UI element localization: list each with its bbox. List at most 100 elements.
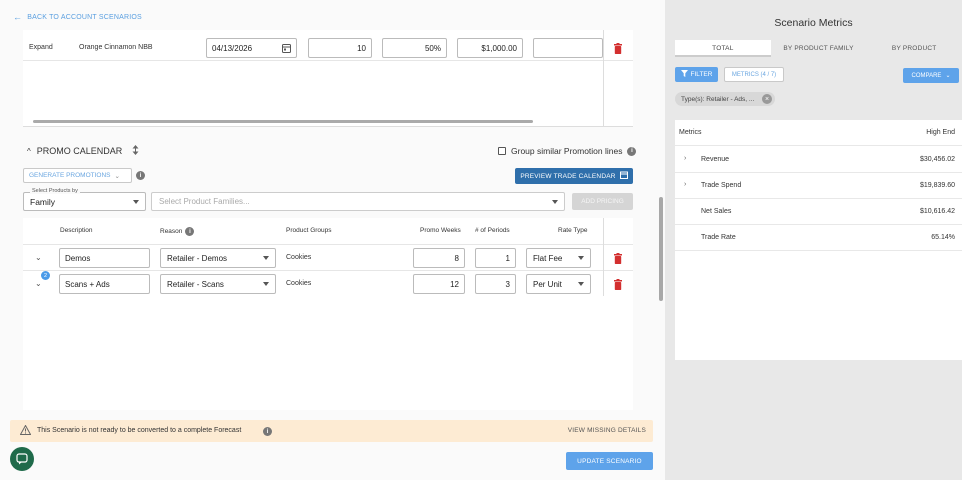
col-description: Description <box>60 227 93 234</box>
description-value: Demos <box>65 253 91 263</box>
description-field[interactable]: Scans + Ads <box>59 274 150 294</box>
rate-value: Flat Fee <box>533 253 563 263</box>
high-end-header: High End <box>926 129 955 136</box>
col-product-groups: Product Groups <box>286 227 332 234</box>
metric-value: 65.14% <box>931 234 955 241</box>
reason-value: Retailer - Demos <box>167 253 228 263</box>
delete-icon[interactable] <box>613 253 623 264</box>
forecast-warning-banner: This Scenario is not ready to be convert… <box>10 420 653 442</box>
promo-weeks-field[interactable]: 8 <box>413 248 465 268</box>
caret-down-icon <box>578 282 584 286</box>
tab-by-product-family[interactable]: BY PRODUCT FAMILY <box>771 40 867 57</box>
delete-icon[interactable] <box>613 43 623 54</box>
generate-promotions-button[interactable]: GENERATE PROMOTIONS ⌄ <box>23 168 132 183</box>
metric-label: Trade Spend <box>701 182 742 189</box>
select-by-label: Select Products by <box>30 188 80 194</box>
chevron-down-icon: ⌄ <box>945 73 951 79</box>
col-rate-type: Rate Type <box>558 227 588 234</box>
qty-field[interactable]: 10 <box>308 38 372 58</box>
qty-value: 10 <box>357 43 366 53</box>
filter-chip[interactable]: Type(s): Retailer - Ads, ... × <box>675 92 775 106</box>
rate-value: Per Unit <box>533 279 562 289</box>
percent-value: 50% <box>424 43 441 53</box>
filter-button[interactable]: FILTER <box>675 67 718 82</box>
metrics-selector-button[interactable]: METRICS (4 / 7) <box>724 67 784 82</box>
col-reason-label: Reason <box>160 228 183 235</box>
chat-bubble-icon[interactable] <box>10 447 34 471</box>
info-icon[interactable]: i <box>263 427 272 436</box>
tab-by-product[interactable]: BY PRODUCT <box>866 40 962 57</box>
back-to-scenarios-link[interactable]: ← BACK TO ACCOUNT SCENARIOS <box>13 12 142 22</box>
back-link-label: BACK TO ACCOUNT SCENARIOS <box>27 13 142 21</box>
chevron-right-icon[interactable]: › <box>684 181 686 188</box>
product-families-select[interactable]: Select Product Families... <box>151 192 565 211</box>
promo-weeks-field[interactable]: 12 <box>413 274 465 294</box>
select-by-value: Family <box>30 196 56 207</box>
metric-row-trade-spend[interactable]: › Trade Spend $19,839.60 <box>675 173 962 199</box>
reason-select[interactable]: Retailer - Scans <box>160 274 276 294</box>
column-divider <box>603 218 604 296</box>
warning-text: This Scenario is not ready to be convert… <box>37 427 242 434</box>
column-divider <box>603 30 604 126</box>
update-scenario-button[interactable]: UPDATE SCENARIO <box>566 452 653 470</box>
periods-field[interactable]: 1 <box>475 248 516 268</box>
amount-value: $1,000.00 <box>481 43 517 53</box>
metric-row-revenue[interactable]: › Revenue $30,456.02 <box>675 147 962 173</box>
chevron-down-icon[interactable]: ⌄ <box>35 253 42 262</box>
metrics-header-row: Metrics High End <box>675 120 962 146</box>
view-missing-details-link[interactable]: VIEW MISSING DETAILS <box>568 427 646 434</box>
tab-total[interactable]: TOTAL <box>675 40 771 57</box>
promo-calendar-header[interactable]: ^ PROMO CALENDAR <box>27 145 139 157</box>
group-similar-checkbox[interactable] <box>498 147 506 155</box>
vertical-scrollbar[interactable] <box>659 197 663 301</box>
row-type: Expand <box>29 44 53 51</box>
description-field[interactable]: Demos <box>59 248 150 268</box>
percent-field[interactable]: 50% <box>382 38 447 58</box>
rate-type-select[interactable]: Per Unit <box>526 274 591 294</box>
metrics-tabs: TOTAL BY PRODUCT FAMILY BY PRODUCT <box>675 40 962 57</box>
info-icon[interactable]: i <box>136 171 145 180</box>
info-icon[interactable]: i <box>627 146 637 156</box>
metric-label: Trade Rate <box>701 234 736 241</box>
add-pricing-label: ADD PRICING <box>581 198 624 205</box>
chevron-down-icon[interactable]: ⌄ <box>35 279 42 288</box>
caret-down-icon <box>133 200 139 204</box>
reason-value: Retailer - Scans <box>167 279 224 289</box>
preview-trade-calendar-button[interactable]: PREVIEW TRADE CALENDAR <box>515 168 633 184</box>
metric-label: Net Sales <box>701 208 732 215</box>
metric-value: $10,616.42 <box>919 208 955 215</box>
caret-down-icon <box>263 256 269 260</box>
metrics-header-label: Metrics <box>679 129 702 136</box>
amount-field[interactable]: $1,000.00 <box>457 38 523 58</box>
group-similar-toggle[interactable]: Group similar Promotion lines i <box>498 146 637 156</box>
chevron-down-icon: ⌄ <box>114 172 120 180</box>
reason-select[interactable]: Retailer - Demos <box>160 248 276 268</box>
select-products-by-dropdown[interactable]: Family <box>23 192 146 211</box>
compare-button[interactable]: COMPARE ⌄ <box>903 68 959 83</box>
close-icon[interactable]: × <box>762 94 772 104</box>
horizontal-scrollbar[interactable] <box>33 120 533 123</box>
calendar-icon[interactable] <box>282 43 291 55</box>
date-field[interactable]: 04/13/2026 <box>206 38 297 58</box>
periods-field[interactable]: 3 <box>475 274 516 294</box>
chevron-right-icon[interactable]: › <box>684 155 686 162</box>
delete-icon[interactable] <box>613 279 623 290</box>
rate-type-select[interactable]: Flat Fee <box>526 248 591 268</box>
col-reason: Reason i <box>160 227 195 236</box>
product-group: Cookies <box>286 280 312 287</box>
add-pricing-button[interactable]: ADD PRICING <box>572 193 633 210</box>
filter-chip-label: Type(s): Retailer - Ads, ... <box>681 95 755 103</box>
table-row: ⌄ 2 Scans + Ads Retailer - Scans Cookies… <box>23 270 633 296</box>
chevron-up-icon[interactable]: ^ <box>27 147 31 156</box>
row-product: Orange Cinnamon NBB <box>79 44 153 51</box>
update-scenario-label: UPDATE SCENARIO <box>577 457 642 465</box>
metric-row-trade-rate: Trade Rate 65.14% <box>675 225 962 251</box>
metric-value: $19,839.60 <box>919 182 955 189</box>
weeks-value: 12 <box>450 279 459 289</box>
metrics-table: Metrics High End › Revenue $30,456.02 › … <box>675 120 962 360</box>
caret-down-icon <box>578 256 584 260</box>
info-icon[interactable]: i <box>185 227 195 236</box>
sort-icon[interactable] <box>132 145 139 157</box>
extra-field[interactable] <box>533 38 603 58</box>
table-row: Expand Orange Cinnamon NBB 04/13/2026 10… <box>23 35 633 61</box>
